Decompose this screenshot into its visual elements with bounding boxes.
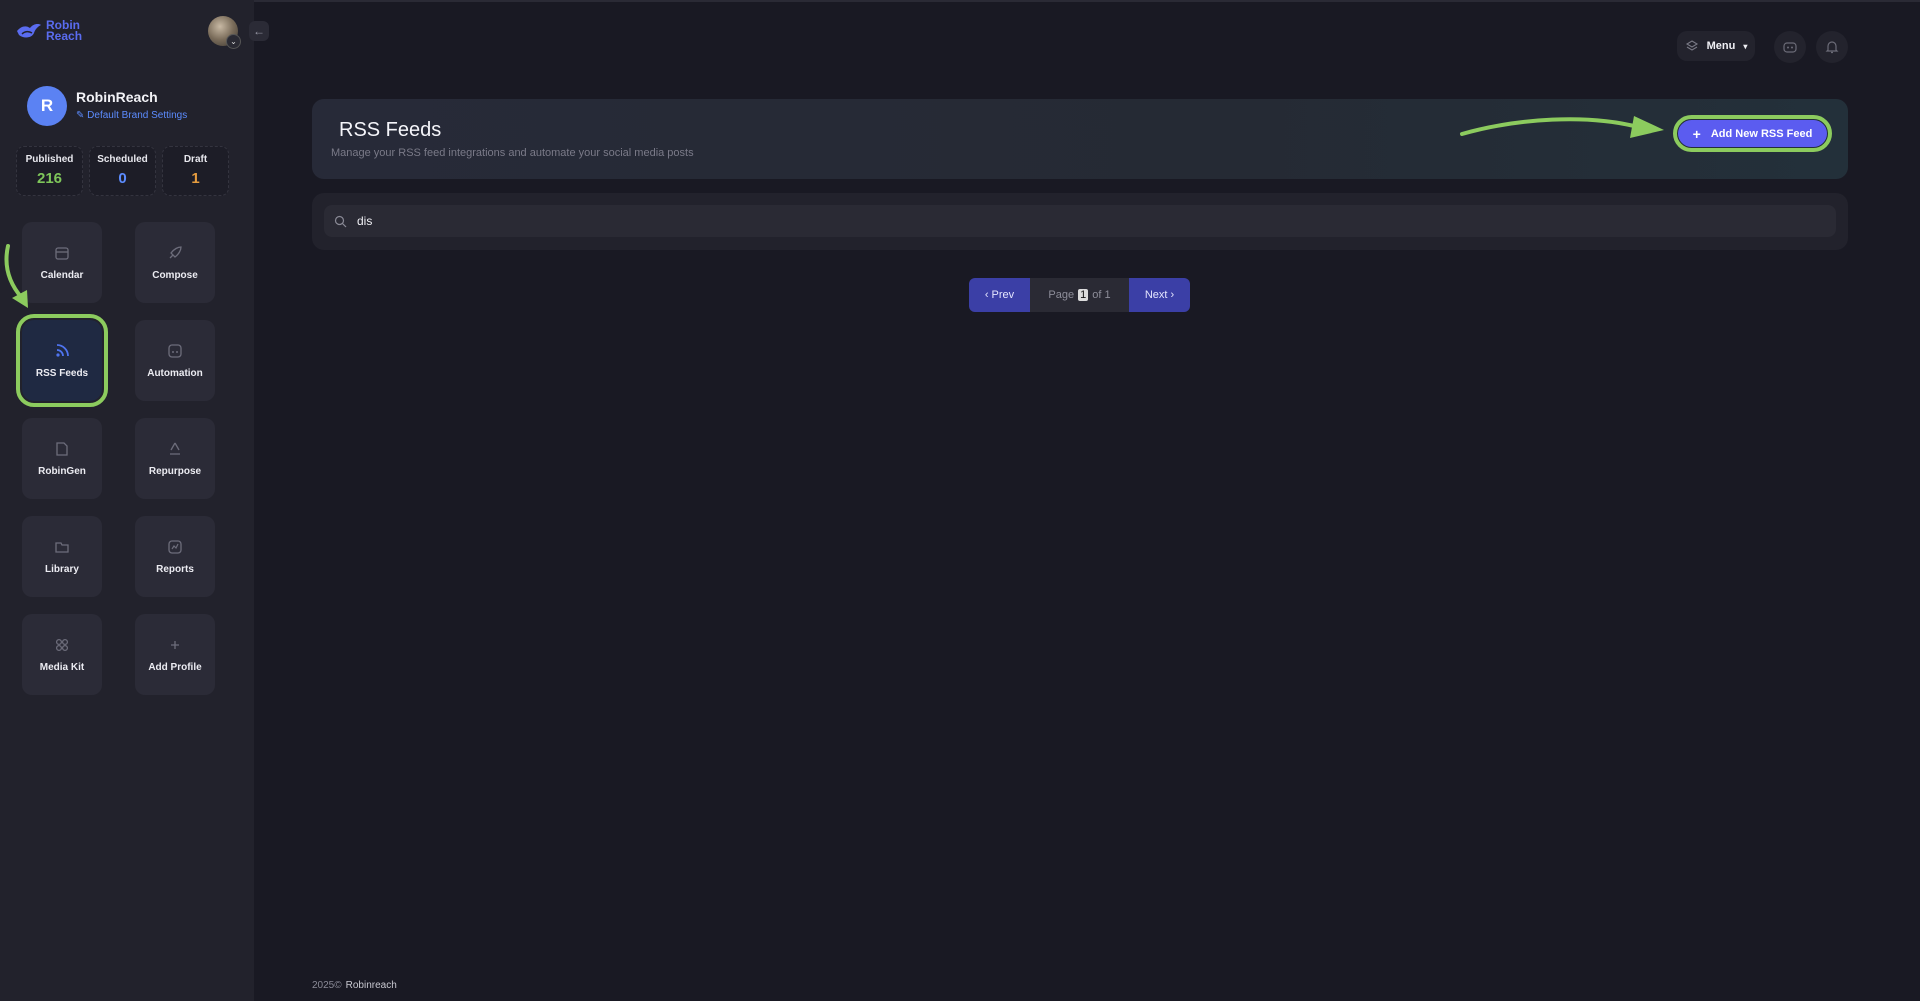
robot-icon (1783, 42, 1797, 53)
profile-name: RobinReach (76, 89, 158, 105)
page-total: of 1 (1092, 289, 1111, 301)
nav-label: Compose (152, 270, 198, 281)
user-avatar[interactable]: ⌄ (208, 16, 241, 49)
caret-down-icon: ▾ (1743, 41, 1748, 51)
chart-icon (168, 540, 182, 554)
nav-calendar[interactable]: Calendar (22, 222, 102, 303)
bird-icon (17, 24, 41, 38)
nav-library[interactable]: Library (22, 516, 102, 597)
grid-icon (55, 638, 69, 652)
stat-published[interactable]: Published 216 (16, 146, 83, 196)
rocket-icon (169, 246, 182, 259)
layers-icon (1685, 40, 1698, 51)
menu-label: Menu (1706, 40, 1736, 52)
search-icon (334, 215, 347, 227)
nav-automation[interactable]: Automation (135, 320, 215, 401)
nav-repurpose[interactable]: Repurpose (135, 418, 215, 499)
page-header: RSS Feeds Manage your RSS feed integrati… (312, 99, 1848, 179)
nav-rss-feeds[interactable]: RSS Feeds (16, 314, 108, 407)
nav-add-profile[interactable]: Add Profile (135, 614, 215, 695)
stat-label: Draft (183, 154, 208, 165)
add-rss-feed-button[interactable]: + Add New RSS Feed (1673, 115, 1832, 152)
stat-label: Published (25, 154, 74, 165)
page-title: RSS Feeds (339, 119, 442, 141)
nav-label: RobinGen (38, 466, 86, 477)
add-rss-feed-label: Add New RSS Feed (1710, 127, 1813, 140)
nav-label: Automation (147, 368, 203, 379)
page-indicator: Page 1 of 1 (1030, 278, 1129, 312)
nav-label: RSS Feeds (35, 368, 89, 379)
footer-year: 2025© (312, 980, 342, 991)
nav-media-kit[interactable]: Media Kit (22, 614, 102, 695)
prev-page-button[interactable]: ‹ Prev (969, 278, 1030, 312)
plus-icon (171, 641, 179, 649)
search-box[interactable] (324, 205, 1836, 237)
assistant-button[interactable] (1774, 31, 1806, 63)
nav-label: Add Profile (148, 662, 202, 673)
arrow-left-icon: ← (253, 24, 265, 38)
brand-settings-link[interactable]: ✎ Default Brand Settings (76, 110, 187, 121)
nav-robingen[interactable]: RobinGen (22, 418, 102, 499)
brand-settings-label: Default Brand Settings (87, 110, 188, 121)
nav-label: Repurpose (148, 466, 202, 477)
footer-company: Robinreach (345, 980, 397, 991)
calendar-icon (55, 247, 69, 260)
stat-value: 1 (191, 170, 200, 187)
plus-icon: + (1692, 125, 1701, 142)
post-stats: Published 216 Scheduled 0 Draft 1 (16, 146, 229, 196)
nav-label: Library (45, 564, 79, 575)
search-panel (312, 193, 1848, 250)
next-page-button[interactable]: Next › (1129, 278, 1190, 312)
bell-icon (1825, 41, 1839, 54)
stat-label: Scheduled (97, 154, 148, 165)
nav-grid: Calendar Compose RSS Feeds Automation Ro… (16, 222, 215, 695)
footer: 2025© Robinreach (312, 980, 397, 991)
top-divider (0, 0, 1920, 2)
menu-button[interactable]: Menu ▾ (1677, 31, 1755, 61)
notifications-button[interactable] (1816, 31, 1848, 63)
nav-reports[interactable]: Reports (135, 516, 215, 597)
nav-label: Calendar (40, 270, 84, 281)
automation-icon (168, 344, 182, 358)
page-subtitle: Manage your RSS feed integrations and au… (331, 147, 694, 159)
stat-value: 216 (36, 170, 63, 187)
stat-value: 0 (118, 170, 127, 187)
sidebar: Robin Reach ⌄ ← R RobinReach ✎ Default B… (0, 0, 269, 1001)
brand-logo[interactable]: Robin Reach (16, 18, 86, 43)
search-input[interactable] (355, 213, 1759, 229)
stat-scheduled[interactable]: Scheduled 0 (89, 146, 156, 196)
folder-icon (55, 542, 69, 553)
recycle-icon (170, 442, 180, 455)
edit-icon: ✎ (76, 110, 85, 121)
nav-compose[interactable]: Compose (135, 222, 215, 303)
rss-icon (56, 344, 69, 357)
document-icon (56, 442, 68, 456)
chevron-down-icon: ⌄ (226, 34, 241, 49)
logo-text: Robin Reach (46, 18, 83, 43)
collapse-sidebar-button[interactable]: ← (249, 21, 269, 41)
page-label: Page (1048, 289, 1075, 301)
nav-label: Media Kit (39, 662, 85, 673)
stat-draft[interactable]: Draft 1 (162, 146, 229, 196)
pagination: ‹ Prev Page 1 of 1 Next › (969, 278, 1190, 312)
nav-label: Reports (156, 564, 194, 575)
page-number-input[interactable]: 1 (1078, 289, 1089, 301)
profile-avatar: R (27, 86, 67, 126)
